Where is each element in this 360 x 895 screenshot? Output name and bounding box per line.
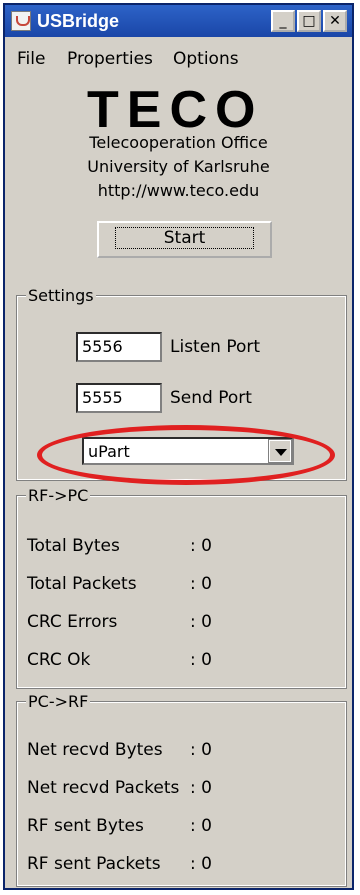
- stat-label: RF sent Bytes: [27, 816, 144, 836]
- stat-value: : 0: [190, 612, 212, 632]
- menu-properties[interactable]: Properties: [67, 49, 153, 69]
- stat-value: : 0: [190, 740, 212, 760]
- stat-label: Net recvd Packets: [27, 778, 180, 798]
- start-button-label: Start: [114, 227, 255, 249]
- logo-line-2: University of Karlsruhe: [87, 157, 270, 176]
- teco-logo: TECO: [87, 81, 264, 139]
- title-bar[interactable]: USBridge _ □ ✕: [5, 5, 352, 37]
- stat-value: : 0: [190, 650, 212, 670]
- settings-group-title: Settings: [26, 286, 96, 305]
- send-port-label: Send Port: [170, 388, 252, 408]
- stat-value: : 0: [190, 816, 212, 836]
- listen-port-label: Listen Port: [170, 337, 261, 357]
- minimize-button[interactable]: _: [271, 10, 295, 32]
- stat-label: CRC Ok: [27, 650, 91, 670]
- listen-port-input[interactable]: 5556: [76, 332, 162, 362]
- logo-line-3: http://www.teco.edu: [97, 181, 260, 200]
- stat-value: : 0: [190, 574, 212, 594]
- close-button[interactable]: ✕: [323, 10, 347, 32]
- menu-file[interactable]: File: [17, 49, 45, 69]
- stat-value: : 0: [190, 536, 212, 556]
- pc-to-rf-title: PC->RF: [26, 692, 91, 711]
- send-port-input[interactable]: 5555: [76, 383, 162, 413]
- menu-bar: File Properties Options: [5, 41, 352, 69]
- menu-options[interactable]: Options: [173, 49, 239, 69]
- highlight-ellipse: [37, 425, 335, 485]
- logo-line-1: Telecooperation Office: [89, 133, 268, 152]
- stat-value: : 0: [190, 854, 212, 874]
- rf-to-pc-title: RF->PC: [26, 486, 91, 505]
- start-button[interactable]: Start: [97, 221, 272, 258]
- stat-label: Net recvd Bytes: [27, 740, 163, 760]
- stat-value: : 0: [190, 778, 212, 798]
- app-window: USBridge _ □ ✕ File Properties Options T…: [3, 3, 354, 890]
- maximize-button[interactable]: □: [297, 10, 321, 32]
- stat-label: CRC Errors: [27, 612, 118, 632]
- stat-label: RF sent Packets: [27, 854, 161, 874]
- stat-label: Total Packets: [27, 574, 137, 594]
- stat-label: Total Bytes: [27, 536, 120, 556]
- window-title: USBridge: [37, 11, 120, 31]
- java-cup-icon: [11, 11, 31, 31]
